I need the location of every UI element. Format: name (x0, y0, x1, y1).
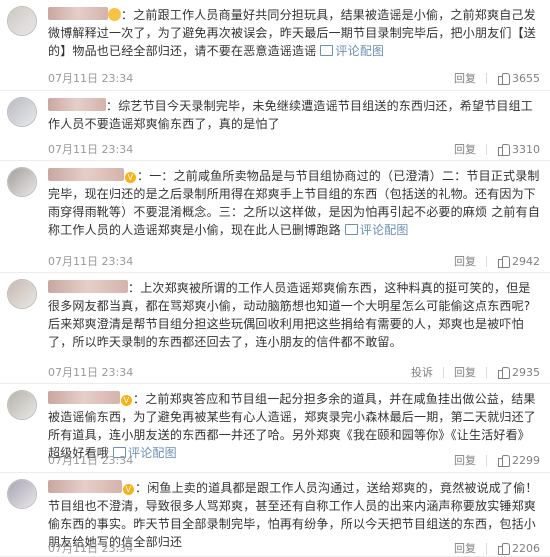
divider (486, 366, 487, 378)
like-count: 2942 (512, 254, 540, 268)
comment-item: V ：之前郑爽答应和节目组一起分担多余的道具，并在咸鱼挂出做公益，结果被造谣偷东西… (0, 384, 550, 473)
avatar[interactable] (7, 167, 37, 197)
comment-image-label: 评论配图 (359, 223, 409, 237)
like-button[interactable]: 3310 (497, 142, 540, 157)
reply-button[interactable]: 回复 (454, 364, 476, 380)
comment-item: ：之前跟工作人员商量好共同分担玩具，结果被造谣是小偷，之前郑爽自己发微博解释过一… (0, 0, 550, 91)
like-count: 3655 (512, 71, 540, 85)
divider (486, 143, 487, 155)
emoji-icon (108, 8, 121, 21)
comment-item: V ：一：之前咸鱼所卖物品是与节目组协商过的（已澄清）二：节目正式录制完毕，现在归… (0, 161, 550, 273)
timestamp: 07月11日 23:34 (48, 454, 134, 467)
comment-image-link[interactable]: 评论配图 (341, 223, 409, 237)
avatar[interactable] (7, 279, 37, 309)
like-button[interactable]: 3655 (497, 71, 540, 86)
verified-badge-icon: V (123, 484, 134, 495)
timestamp: 07月11日 23:34 (48, 143, 134, 156)
reply-button[interactable]: 回复 (454, 540, 476, 556)
reply-button[interactable]: 回复 (454, 141, 476, 157)
comment-actions: 回复 2206 (454, 540, 540, 556)
like-count: 2299 (512, 453, 540, 467)
timestamp: 07月11日 23:34 (48, 255, 134, 268)
like-count: 2935 (512, 365, 540, 379)
comment-actions: 回复 2299 (454, 452, 540, 468)
comment-body: ：之前跟工作人员商量好共同分担玩具，结果被造谣是小偷，之前郑爽自己发微博解释过一… (48, 6, 542, 60)
timestamp: 07月11日 23:34 (48, 72, 134, 85)
username[interactable] (48, 7, 108, 20)
like-button[interactable]: 2942 (497, 254, 540, 269)
comment-item: ：上次郑爽被所谓的工作人员造谣郑爽偷东西，这种料真的挺可笑的，但是很多网友都当真… (0, 273, 550, 384)
avatar[interactable] (7, 390, 37, 420)
verified-badge-icon: V (125, 172, 136, 183)
timestamp: 07月11日 23:34 (48, 542, 134, 555)
thumbs-up-icon (497, 255, 510, 269)
comment-meta: 07月11日 23:34 回复 3310 (48, 141, 540, 157)
like-button[interactable]: 2206 (497, 541, 540, 556)
avatar[interactable] (7, 479, 37, 509)
verified-badge-icon: V (121, 395, 132, 406)
like-count: 3310 (512, 142, 540, 156)
divider (486, 72, 487, 84)
username[interactable] (48, 480, 122, 493)
thumbs-up-icon (497, 366, 510, 380)
image-icon (344, 224, 358, 235)
divider (486, 542, 487, 554)
thumbs-up-icon (497, 454, 510, 468)
thumbs-up-icon (497, 143, 510, 157)
like-button[interactable]: 2935 (497, 365, 540, 380)
reply-button[interactable]: 回复 (454, 253, 476, 269)
thumbs-up-icon (497, 542, 510, 556)
comment-meta: 07月11日 23:34 回复 2206 (48, 540, 540, 556)
username[interactable] (48, 280, 128, 293)
comment-actions: 回复 2942 (454, 253, 540, 269)
divider (443, 366, 444, 378)
image-icon (320, 45, 334, 56)
comment-item: ：综艺节目今天录制完毕，未免继续遭造谣节目组送的东西归还，希望节目组工作人员不要… (0, 91, 550, 161)
comment-meta: 07月11日 23:34 回复 2299 (48, 452, 540, 468)
comment-item: V ：闲鱼上卖的道具都是跟工作人员沟通过，送给郑爽的，竟然被说成了偷！节目组也不澄… (0, 473, 550, 557)
comment-body: ：综艺节目今天录制完毕，未免继续遭造谣节目组送的东西归还，希望节目组工作人员不要… (48, 97, 542, 133)
divider (486, 454, 487, 466)
comment-body: V ：一：之前咸鱼所卖物品是与节目组协商过的（已澄清）二：节目正式录制完毕，现在归… (48, 167, 542, 239)
comment-image-link[interactable]: 评论配图 (316, 44, 384, 58)
comment-actions: 投诉 回复 2935 (411, 364, 540, 380)
comment-meta: 07月11日 23:34 回复 3655 (48, 70, 540, 86)
thumbs-up-icon (497, 72, 510, 86)
comment-text: ：之前跟工作人员商量好共同分担玩具，结果被造谣是小偷，之前郑爽自己发微博解释过一… (48, 8, 537, 58)
like-button[interactable]: 2299 (497, 453, 540, 468)
comment-actions: 回复 3655 (454, 70, 540, 86)
reply-button[interactable]: 回复 (454, 452, 476, 468)
comment-body: ：上次郑爽被所谓的工作人员造谣郑爽偷东西，这种料真的挺可笑的，但是很多网友都当真… (48, 279, 542, 351)
username[interactable] (48, 168, 124, 181)
username[interactable] (48, 391, 120, 404)
avatar[interactable] (7, 6, 37, 36)
comment-meta: 07月11日 23:34 投诉 回复 2935 (48, 364, 540, 380)
divider (486, 255, 487, 267)
comment-image-label: 评论配图 (335, 44, 385, 58)
reply-button[interactable]: 回复 (454, 70, 476, 86)
comment-meta: 07月11日 23:34 回复 2942 (48, 253, 540, 269)
report-button[interactable]: 投诉 (411, 364, 433, 380)
comment-text: ：综艺节目今天录制完毕，未免继续遭造谣节目组送的东西归还，希望节目组工作人员不要… (48, 99, 534, 131)
timestamp: 07月11日 23:34 (48, 366, 134, 379)
like-count: 2206 (512, 541, 540, 555)
comment-actions: 回复 3310 (454, 141, 540, 157)
avatar[interactable] (7, 97, 37, 127)
username[interactable] (48, 98, 106, 111)
